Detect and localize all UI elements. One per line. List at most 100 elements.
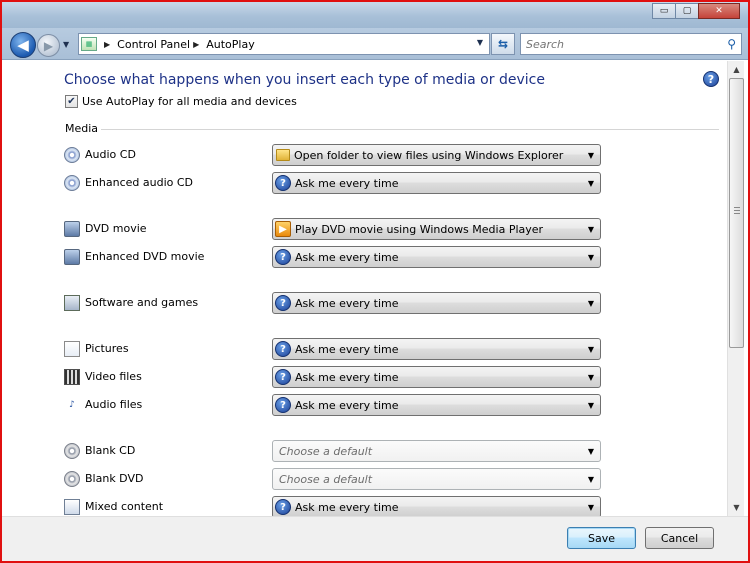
breadcrumb-control-panel[interactable]: Control Panel [117,38,190,51]
enhanced-audio-cd-icon [64,175,80,191]
media-row-software-and-games: Software and games ? Ask me every time ▼ [64,292,604,314]
chevron-down-icon: ▼ [587,345,594,354]
software-games-action-select[interactable]: ? Ask me every time ▼ [272,292,601,314]
ask-icon: ? [275,249,291,265]
selected-action: Ask me every time [295,500,399,514]
media-row-enhanced-dvd-movie: Enhanced DVD movie ? Ask me every time ▼ [64,246,604,268]
vertical-scrollbar[interactable]: ▲ ▼ [727,61,744,516]
save-button[interactable]: Save [567,527,636,549]
main-content: Choose what happens when you insert each… [2,61,748,518]
media-row-mixed-content: Mixed content ? Ask me every time ▼ [64,496,604,518]
enhanced-dvd-movie-icon [64,249,80,265]
use-autoplay-checkbox[interactable]: ✔ [65,95,78,108]
pictures-icon [64,341,80,357]
ask-icon: ? [275,397,291,413]
blank-cd-icon [64,443,80,459]
selected-action: Choose a default [279,472,373,486]
grip-icon [734,207,740,216]
folder-icon [276,149,290,161]
media-row-dvd-movie: DVD movie ▶ Play DVD movie using Windows… [64,218,604,240]
media-label: Pictures [85,342,129,355]
media-label: Mixed content [85,500,164,513]
use-autoplay-option[interactable]: ✔ Use AutoPlay for all media and devices [65,95,297,108]
software-games-icon [64,295,80,311]
chevron-down-icon: ▼ [587,401,594,410]
cancel-button[interactable]: Cancel [645,527,714,549]
ask-icon: ? [275,499,291,515]
mixed-content-icon [64,499,80,515]
chevron-right-icon[interactable]: ▶ [104,40,110,49]
audio-cd-icon [64,147,80,163]
refresh-icon: ⇆ [497,37,509,51]
autoplay-window: ▭ ▢ ✕ ◀ ▶ ▼ ▦ ▶ Control Panel ▶ AutoPlay… [0,0,750,563]
breadcrumb-autoplay[interactable]: AutoPlay [206,38,254,51]
enhanced-dvd-movie-action-select[interactable]: ? Ask me every time ▼ [272,246,601,268]
help-icon[interactable]: ? [703,71,719,87]
media-row-audio-files: ♪ Audio files ? Ask me every time ▼ [64,394,604,416]
back-button[interactable]: ◀ [10,32,36,58]
media-row-blank-dvd: Blank DVD Choose a default ▼ [64,468,604,490]
selected-action: Ask me every time [295,250,399,264]
dvd-movie-icon [64,221,80,237]
blank-cd-action-select[interactable]: Choose a default ▼ [272,440,601,462]
blank-dvd-icon [64,471,80,487]
scroll-up-icon[interactable]: ▲ [728,61,745,78]
forward-button[interactable]: ▶ [37,34,60,57]
maximize-button[interactable]: ▢ [675,3,699,19]
chevron-down-icon: ▼ [587,253,594,262]
page-title: Choose what happens when you insert each… [64,72,545,88]
scroll-down-icon[interactable]: ▼ [728,499,745,516]
video-files-icon [64,369,80,385]
media-row-audio-cd: Audio CD Open folder to view files using… [64,144,604,166]
forward-arrow-icon: ▶ [43,38,54,53]
address-dropdown-icon[interactable]: ▼ [477,38,483,47]
search-input[interactable] [526,37,716,51]
media-label: Blank CD [85,444,136,457]
caption-buttons: ▭ ▢ ✕ [652,3,740,19]
audio-cd-action-select[interactable]: Open folder to view files using Windows … [272,144,601,166]
ask-icon: ? [275,175,291,191]
scrollbar-thumb[interactable] [729,78,744,348]
ask-icon: ? [275,369,291,385]
selected-action: Open folder to view files using Windows … [294,148,564,162]
media-label: DVD movie [85,222,147,235]
refresh-button[interactable]: ⇆ [491,33,515,55]
use-autoplay-label[interactable]: Use AutoPlay for all media and devices [82,95,297,108]
section-media-heading: Media [65,122,99,135]
audio-files-action-select[interactable]: ? Ask me every time ▼ [272,394,601,416]
chevron-down-icon: ▼ [587,373,594,382]
recent-pages-dropdown[interactable]: ▼ [63,40,69,49]
media-label: Software and games [85,296,199,309]
selected-action: Ask me every time [295,342,399,356]
media-row-video-files: Video files ? Ask me every time ▼ [64,366,604,388]
mixed-content-action-select[interactable]: ? Ask me every time ▼ [272,496,601,518]
chevron-down-icon: ▼ [587,151,594,160]
section-divider [101,129,719,130]
blank-dvd-action-select[interactable]: Choose a default ▼ [272,468,601,490]
media-label: Enhanced DVD movie [85,250,205,263]
chevron-down-icon: ▼ [587,447,594,456]
chevron-down-icon: ▼ [587,475,594,484]
selected-action: Play DVD movie using Windows Media Playe… [295,222,544,236]
media-label: Blank DVD [85,472,144,485]
selected-action: Ask me every time [295,398,399,412]
minimize-button[interactable]: ▭ [652,3,676,19]
music-note-icon: ♪ [69,400,75,410]
media-label: Video files [85,370,142,383]
chevron-right-icon[interactable]: ▶ [193,40,199,49]
address-bar[interactable]: ▦ ▶ Control Panel ▶ AutoPlay ▼ [78,33,490,55]
close-button[interactable]: ✕ [698,3,740,19]
pictures-action-select[interactable]: ? Ask me every time ▼ [272,338,601,360]
dvd-movie-action-select[interactable]: ▶ Play DVD movie using Windows Media Pla… [272,218,601,240]
selected-action: Ask me every time [295,296,399,310]
search-box[interactable]: ⚲ [520,33,742,55]
video-files-action-select[interactable]: ? Ask me every time ▼ [272,366,601,388]
search-icon[interactable]: ⚲ [727,37,736,51]
media-row-pictures: Pictures ? Ask me every time ▼ [64,338,604,360]
checkmark-icon: ✔ [67,96,76,107]
chevron-down-icon: ▼ [587,299,594,308]
title-bar: ▭ ▢ ✕ [2,2,748,28]
media-label: Enhanced audio CD [85,176,194,189]
enhanced-audio-cd-action-select[interactable]: ? Ask me every time ▼ [272,172,601,194]
chevron-down-icon: ▼ [587,503,594,512]
